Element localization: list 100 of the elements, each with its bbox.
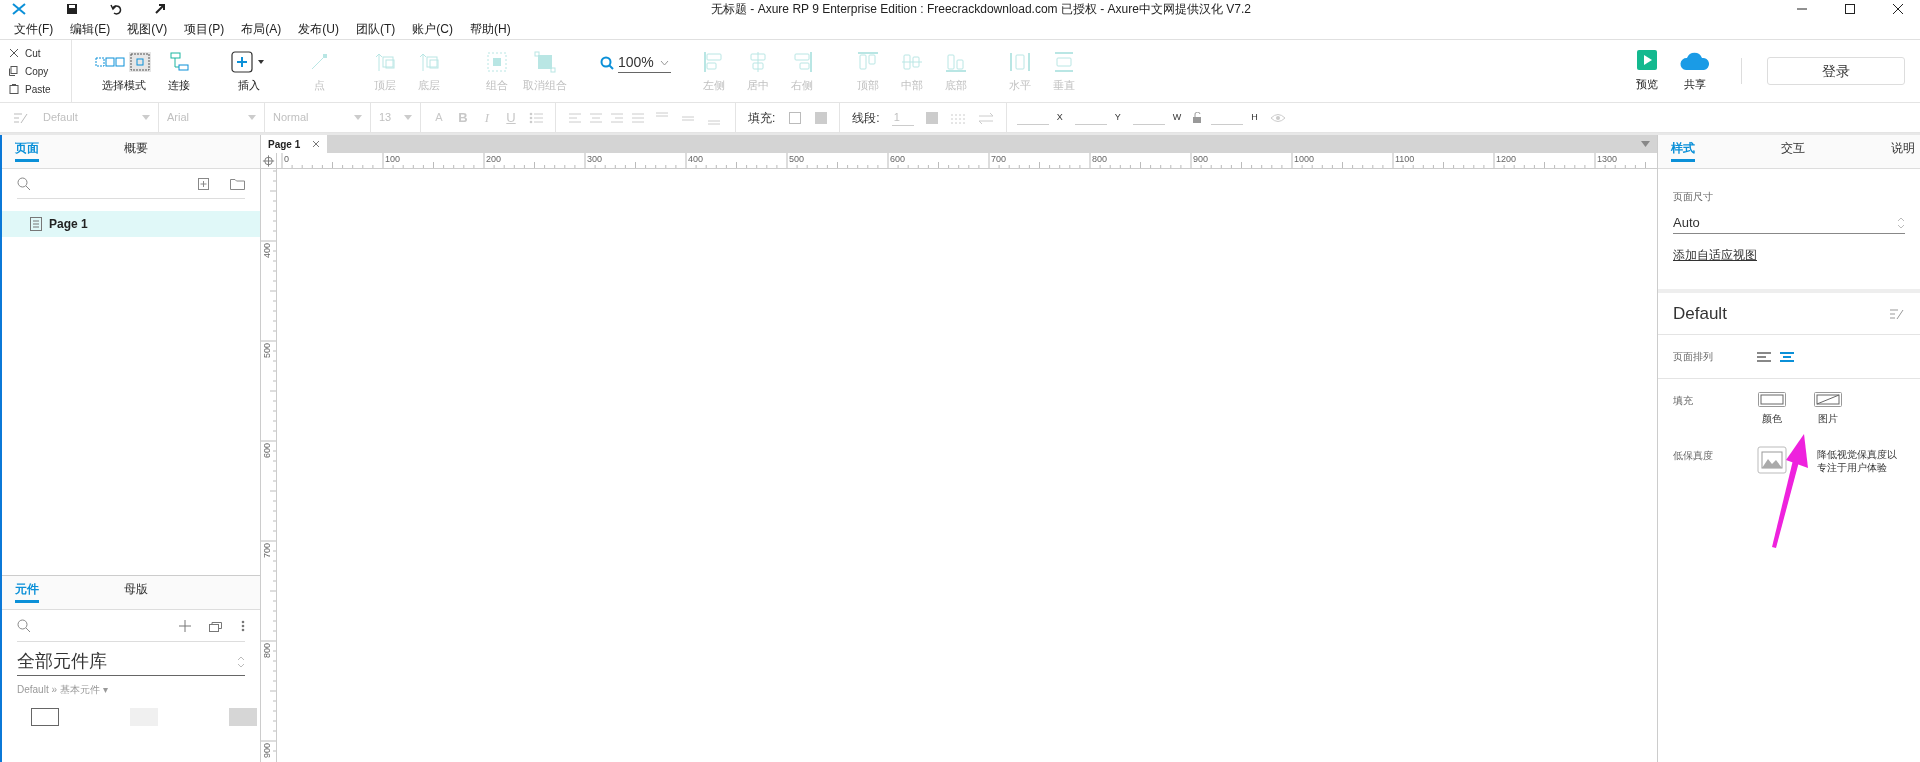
ruler-label: 800	[1092, 154, 1108, 164]
color-swatch-icon	[1757, 391, 1787, 408]
page-row[interactable]: Page 1	[2, 211, 260, 237]
page-align-label: 页面排列	[1673, 350, 1714, 364]
menu-item[interactable]: 帮助(H)	[470, 19, 511, 38]
panel-tab[interactable]: 概要	[124, 139, 148, 168]
fill-option[interactable]: 图片	[1813, 391, 1843, 426]
paint-format-icon[interactable]	[13, 110, 29, 125]
document-tab[interactable]: Page 1	[261, 135, 328, 153]
menu-item[interactable]: 账户(C)	[412, 19, 453, 38]
maximize-icon[interactable]	[1844, 3, 1856, 15]
widget-rectangle[interactable]	[31, 708, 59, 726]
page-icon	[30, 217, 42, 231]
close-icon	[312, 140, 321, 148]
low-fidelity-description: 降低视觉保真度以专注于用户体验	[1817, 448, 1898, 474]
stack-icon[interactable]	[209, 619, 223, 632]
ruler-label: 300	[587, 154, 603, 164]
toolbar-button[interactable]: 选择模式	[92, 40, 156, 102]
insert-icon	[231, 51, 267, 73]
play-icon	[1637, 49, 1657, 70]
line-label: 线段:	[852, 109, 880, 127]
caret-down-icon	[142, 115, 150, 120]
align-text-center-icon[interactable]	[589, 110, 603, 125]
align-center-icon[interactable]	[1780, 351, 1794, 362]
ruler-label: 600	[262, 443, 272, 459]
folder-icon[interactable]	[230, 177, 245, 190]
library-dropdown[interactable]: 全部元件库	[17, 648, 245, 676]
toolbar-button[interactable]: 预览	[1623, 40, 1671, 102]
ruler-label: 600	[890, 154, 906, 164]
window-title: 无标题 - Axure RP 9 Enterprise Edition : Freecrackdownload.com 已授权 - Axure中文网提供汉化 V7.2	[711, 2, 1251, 16]
eye-icon[interactable]	[1269, 112, 1286, 123]
lock-icon[interactable]	[1193, 112, 1204, 123]
close-icon[interactable]	[1892, 3, 1904, 15]
clipboard-button[interactable]: Paste	[8, 81, 71, 97]
ruler-label: 1000	[1294, 154, 1315, 164]
align-text-right-icon[interactable]	[610, 110, 624, 125]
ruler-label: 400	[262, 243, 272, 259]
menu-item[interactable]: 视图(V)	[127, 19, 168, 38]
caret-down-icon[interactable]	[1641, 141, 1650, 147]
ruler-label: 700	[262, 543, 272, 559]
toolbar-button[interactable]: 共享	[1671, 40, 1719, 102]
crosshair-icon[interactable]	[261, 153, 277, 169]
caret-down-icon	[354, 115, 362, 120]
connector-icon	[168, 51, 190, 73]
toolbar-button[interactable]: 插入	[228, 40, 270, 102]
align-text-left-icon[interactable]	[568, 110, 582, 125]
menu-item[interactable]: 编辑(E)	[70, 19, 111, 38]
adaptive-view-link[interactable]: 添加自适应视图	[1673, 246, 1757, 264]
ruler-label: 500	[262, 343, 272, 359]
coordinate-label: H	[1251, 110, 1258, 124]
ruler-label: 0	[284, 154, 289, 164]
edit-style-icon[interactable]	[1889, 306, 1905, 321]
group-icon	[486, 51, 508, 73]
ruler-label: 900	[262, 743, 272, 759]
style-name: Default	[1673, 302, 1727, 325]
clipboard-icon	[8, 83, 20, 95]
bring-front-icon	[374, 51, 396, 73]
menu-item[interactable]: 发布(U)	[298, 19, 339, 38]
redo-icon[interactable]	[154, 3, 166, 15]
undo-icon[interactable]	[110, 3, 122, 15]
line-style-icon[interactable]	[949, 111, 966, 124]
ruler-label: 500	[789, 154, 805, 164]
menu-item[interactable]: 文件(F)	[14, 19, 54, 38]
zoom-dropdown[interactable]: 100%	[618, 53, 671, 73]
distribute-vertical-icon	[1052, 51, 1075, 73]
select-mode-icon	[95, 51, 153, 73]
page-size-label: 页面尺寸	[1673, 190, 1714, 204]
search-icon[interactable]	[17, 618, 31, 633]
panel-tab[interactable]: 说明	[1891, 139, 1915, 168]
bullet-list-icon[interactable]	[529, 111, 543, 124]
clipboard-button[interactable]: Cut	[8, 45, 71, 61]
align-left-icon[interactable]	[1757, 351, 1771, 362]
login-button[interactable]: 登录	[1767, 57, 1905, 85]
coordinate-label: X	[1056, 110, 1063, 124]
add-icon[interactable]	[179, 619, 191, 632]
more-icon[interactable]	[241, 619, 245, 632]
menu-item[interactable]: 布局(A)	[241, 19, 282, 38]
send-back-icon	[418, 51, 440, 73]
fill-option[interactable]: 颜色	[1757, 391, 1787, 426]
panel-tab[interactable]: 母版	[124, 580, 148, 609]
low-fidelity-toggle[interactable]	[1757, 446, 1787, 474]
toolbar-button[interactable]: 连接	[158, 40, 200, 102]
save-icon[interactable]	[66, 3, 78, 15]
align-middle-icon	[900, 51, 923, 73]
chevron-updown-icon	[237, 654, 245, 669]
arrow-style-icon[interactable]	[977, 111, 994, 124]
ruler-label: 700	[991, 154, 1007, 164]
ruler-label: 100	[385, 154, 401, 164]
line-color-swatch[interactable]	[925, 111, 938, 124]
ruler-label: 900	[1193, 154, 1209, 164]
search-icon[interactable]	[17, 176, 31, 191]
shadow-swatch[interactable]	[815, 111, 828, 124]
clipboard-button[interactable]: Copy	[8, 63, 71, 79]
menu-item[interactable]: 项目(P)	[184, 19, 225, 38]
fill-color-swatch[interactable]	[789, 111, 802, 124]
menu-item[interactable]: 团队(T)	[356, 19, 396, 38]
page-size-dropdown[interactable]: Auto	[1673, 212, 1905, 234]
justify-text-icon[interactable]	[631, 110, 645, 125]
add-page-icon[interactable]	[198, 177, 210, 190]
panel-tab[interactable]: 交互	[1781, 139, 1805, 168]
